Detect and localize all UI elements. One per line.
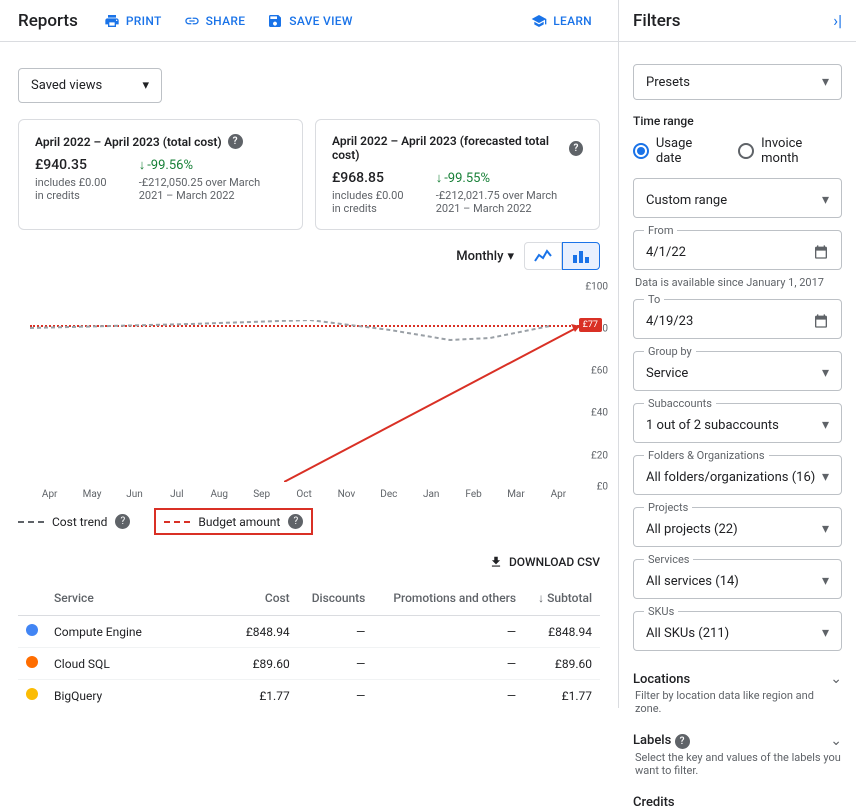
usage-date-radio[interactable]: Usage date	[633, 136, 720, 166]
help-icon[interactable]: ?	[288, 514, 303, 529]
group-by-dropdown[interactable]: Group byService▾	[633, 351, 842, 391]
time-range-label: Time range	[633, 114, 842, 128]
line-chart-icon	[534, 249, 552, 263]
time-grain-dropdown[interactable]: Monthly ▾	[456, 249, 514, 264]
credits-section[interactable]: Credits	[633, 787, 842, 810]
line-view-button[interactable]	[524, 242, 562, 270]
download-csv-button[interactable]: DOWNLOAD CSV	[0, 543, 618, 581]
folders-dropdown[interactable]: Folders & OrganizationsAll folders/organ…	[633, 455, 842, 495]
link-icon	[184, 13, 200, 29]
help-icon[interactable]: ?	[228, 134, 243, 149]
forecast-cost-card: April 2022 – April 2023 (forecasted tota…	[315, 119, 600, 230]
saved-views-dropdown[interactable]: Saved views▾	[18, 68, 162, 103]
share-button[interactable]: SHARE	[176, 7, 254, 35]
delta-down: ↓-99.56%	[139, 157, 286, 173]
skus-dropdown[interactable]: SKUsAll SKUs (211)▾	[633, 611, 842, 651]
cost-table: Service Cost Discounts Promotions and ot…	[18, 581, 600, 708]
page-title: Reports	[18, 11, 78, 31]
bar-chart-icon	[572, 249, 590, 263]
bar-view-button[interactable]	[562, 242, 600, 270]
invoice-month-radio[interactable]: Invoice month	[738, 136, 842, 166]
help-icon[interactable]: ?	[675, 734, 690, 749]
budget-tag: £77	[579, 318, 602, 332]
calendar-icon	[813, 313, 829, 329]
table-row[interactable]: Compute Engine£848.94——£848.94	[18, 616, 600, 648]
print-button[interactable]: PRINT	[96, 7, 170, 35]
learn-icon	[531, 13, 547, 29]
arrow-down-icon: ↓	[436, 170, 443, 186]
cost-chart: £100 £80 £60 £40 £20 £0 £77 AprMayJunJul…	[0, 278, 618, 500]
caret-down-icon: ▾	[142, 78, 149, 93]
sort-icon[interactable]: ↓	[538, 591, 544, 605]
projects-dropdown[interactable]: ProjectsAll projects (22)▾	[633, 507, 842, 547]
calendar-icon	[813, 244, 829, 260]
from-hint: Data is available since January 1, 2017	[635, 276, 842, 289]
download-icon	[489, 555, 503, 569]
save-icon	[267, 13, 283, 29]
collapse-icon[interactable]: ›|	[833, 11, 842, 30]
to-date-field[interactable]: To4/19/23	[633, 299, 842, 339]
services-dropdown[interactable]: ServicesAll services (14)▾	[633, 559, 842, 599]
save-view-button[interactable]: SAVE VIEW	[259, 7, 360, 35]
filters-header: Filters ›|	[619, 0, 856, 42]
topbar: Reports PRINT SHARE SAVE VIEW LEARN	[0, 0, 618, 42]
help-icon[interactable]: ?	[569, 141, 583, 156]
table-row[interactable]: BigQuery£1.77——£1.77	[18, 680, 600, 709]
help-icon[interactable]: ?	[115, 514, 130, 529]
custom-range-dropdown[interactable]: Custom range▾	[633, 178, 842, 218]
legend-cost-trend: Cost trend?	[18, 514, 130, 529]
presets-dropdown[interactable]: Presets▾	[633, 64, 842, 100]
print-icon	[104, 13, 120, 29]
arrow-down-icon: ↓	[139, 157, 146, 173]
table-row[interactable]: Cloud SQL£89.60——£89.60	[18, 648, 600, 680]
subaccounts-dropdown[interactable]: Subaccounts1 out of 2 subaccounts▾	[633, 403, 842, 443]
from-date-field[interactable]: From4/1/22	[633, 230, 842, 270]
total-cost-card: April 2022 – April 2023 (total cost)? £9…	[18, 119, 303, 230]
legend-budget-highlight: Budget amount?	[154, 508, 313, 535]
learn-button[interactable]: LEARN	[523, 7, 600, 35]
